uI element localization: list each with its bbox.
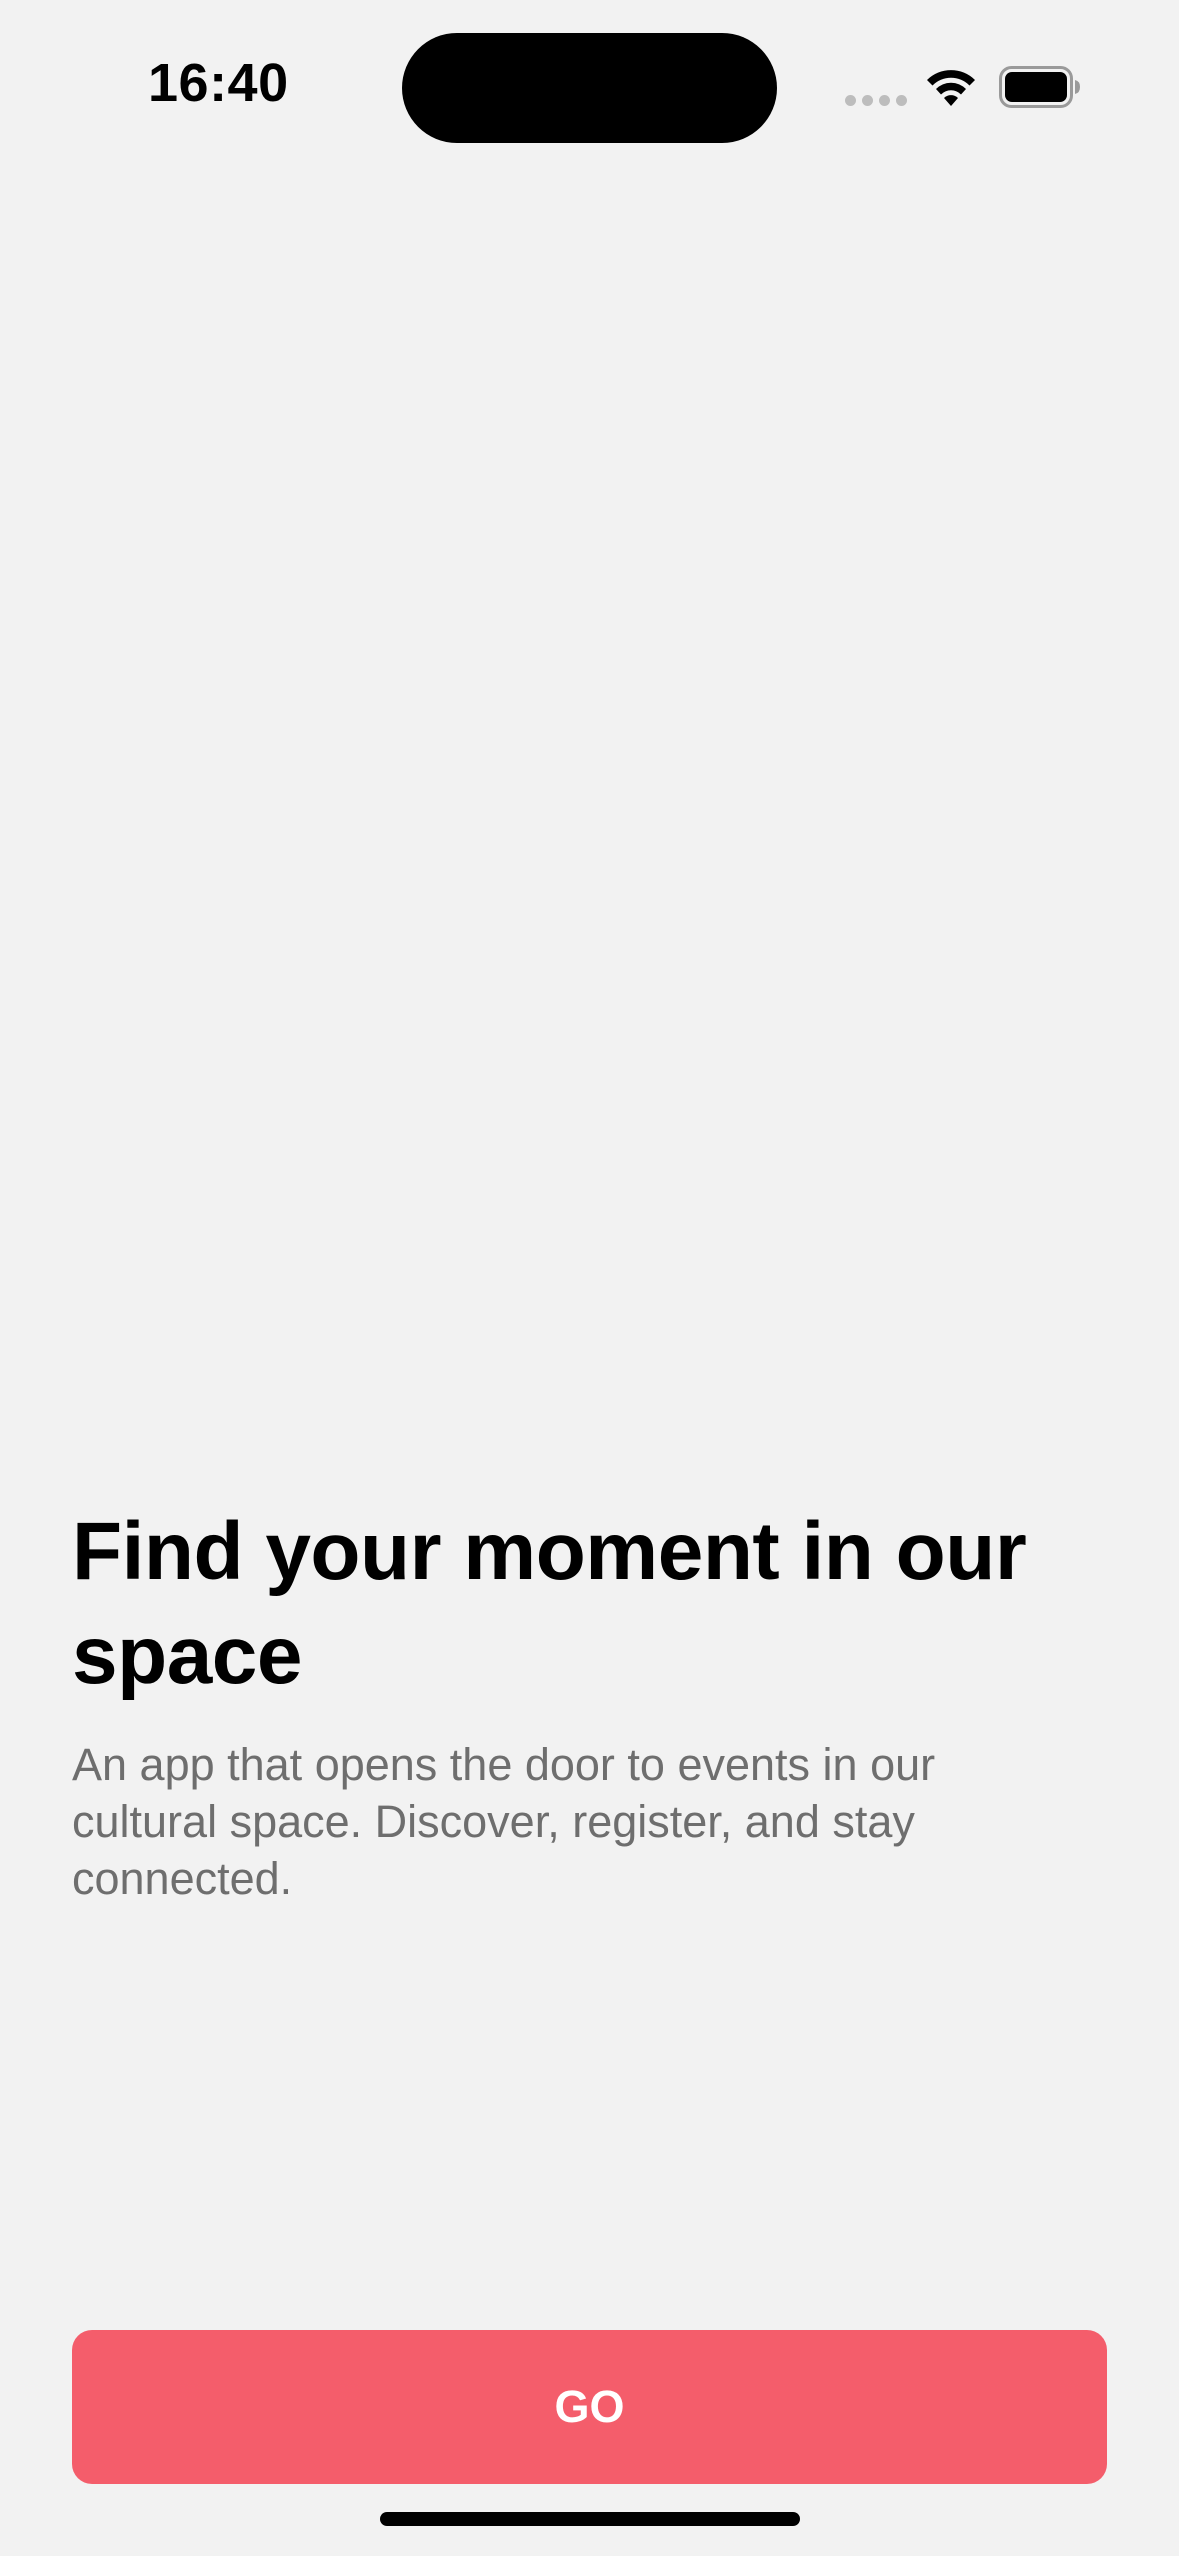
status-bar: 16:40 <box>0 0 1179 150</box>
cellular-signal-icon <box>845 95 907 106</box>
wifi-icon <box>927 70 975 106</box>
status-time: 16:40 <box>148 53 289 113</box>
dynamic-island <box>402 33 777 143</box>
onboarding-description: An app that opens the door to events in … <box>72 1739 936 1904</box>
go-button[interactable]: GO <box>72 2330 1107 2484</box>
onboarding-title: Find your moment in our space <box>72 1506 1027 1701</box>
home-indicator[interactable] <box>380 2512 800 2526</box>
battery-icon <box>999 66 1080 108</box>
